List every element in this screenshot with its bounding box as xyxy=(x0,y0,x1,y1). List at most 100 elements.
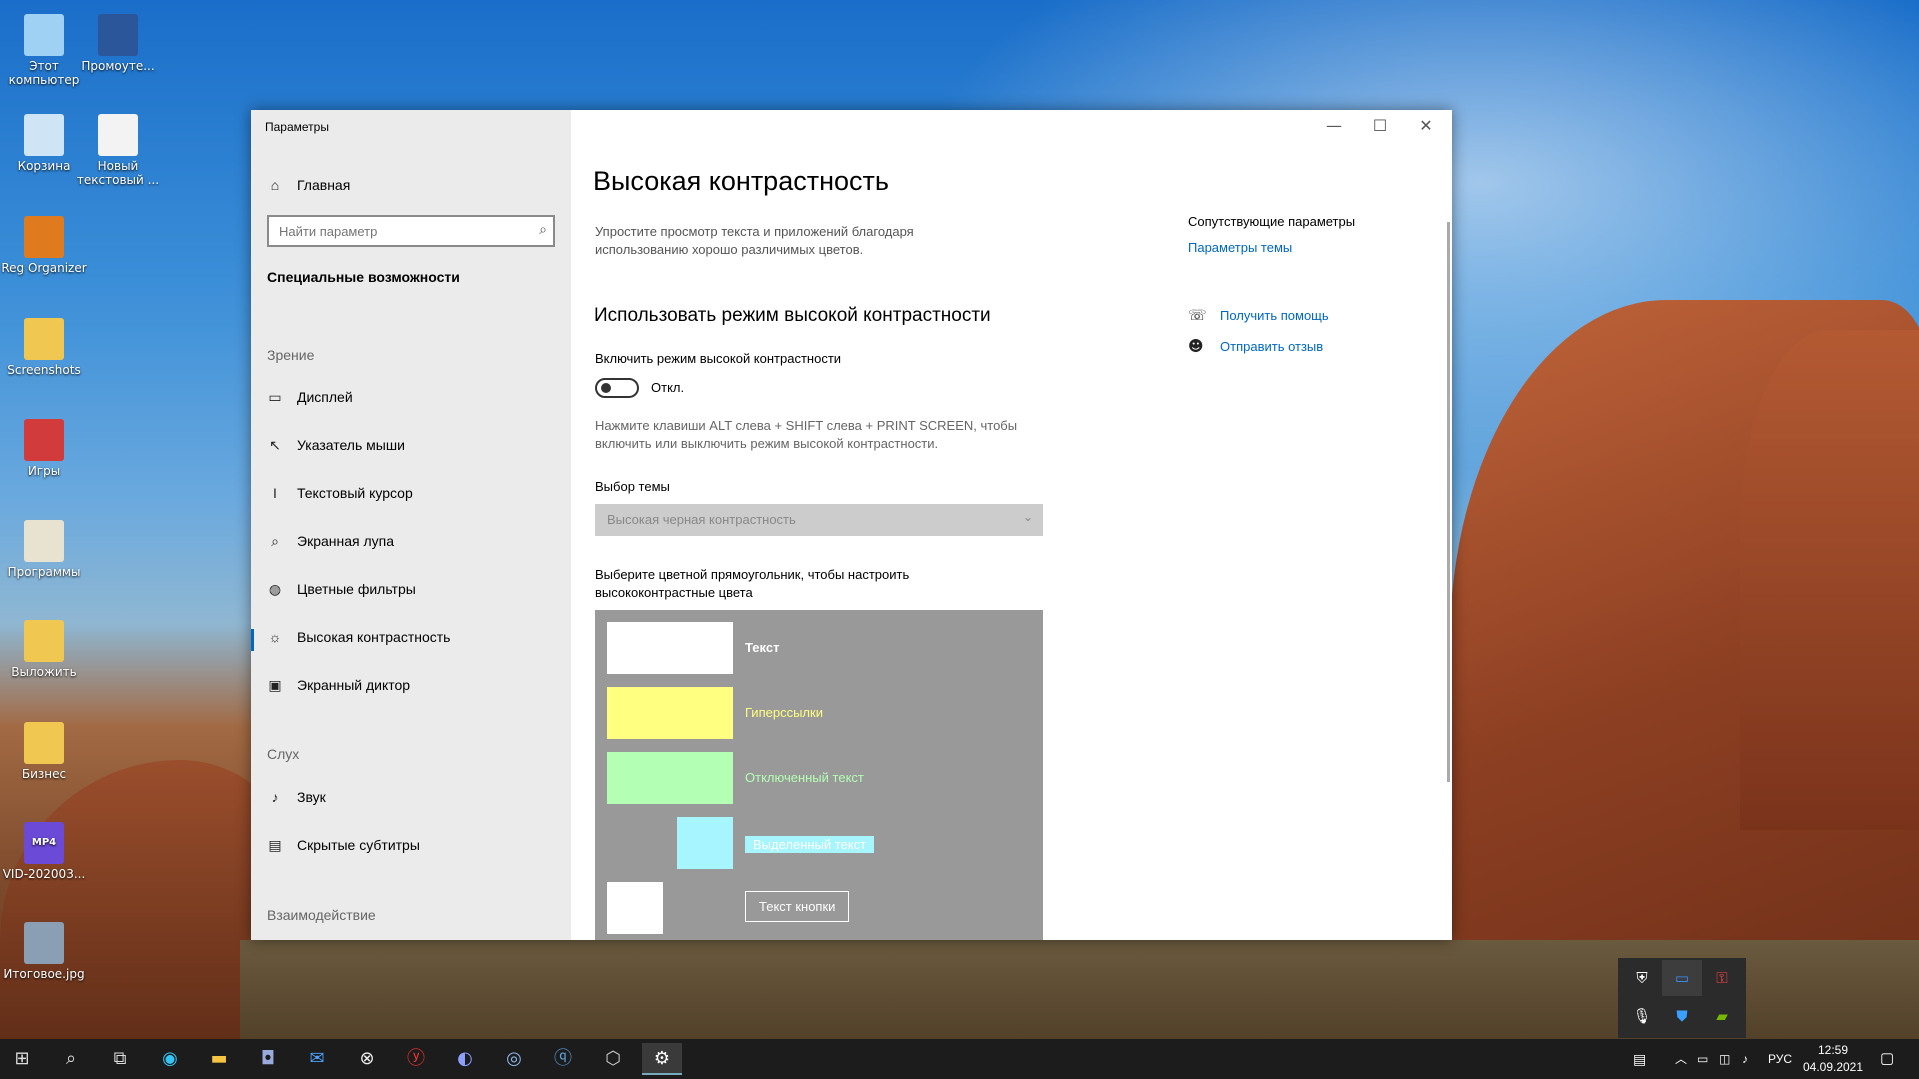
section-vision: Зрение xyxy=(267,347,315,363)
steam-icon[interactable]: ◎ xyxy=(494,1043,534,1075)
desktop-icon[interactable]: Итоговое.jpg xyxy=(0,916,88,981)
description-line: Упростите просмотр текста и приложений б… xyxy=(595,224,914,239)
sidebar-item[interactable]: ↖ Указатель мыши xyxy=(263,424,563,466)
desktop-icon[interactable]: Новый текстовый ... xyxy=(74,108,162,187)
sidebar-item[interactable]: ▤ Скрытые субтитры xyxy=(263,824,563,866)
section-hearing: Слух xyxy=(267,746,300,762)
clock[interactable]: 12:59 04.09.2021 xyxy=(1798,1042,1868,1076)
hotkey-hint: Нажмите клавиши ALT слева + SHIFT слева … xyxy=(595,417,1017,453)
theme-settings-link[interactable]: Параметры темы xyxy=(1188,240,1292,255)
close-button[interactable]: ✕ xyxy=(1403,110,1449,142)
minimize-button[interactable]: — xyxy=(1311,110,1357,142)
shield-icon[interactable]: ⛊ xyxy=(1662,998,1702,1034)
file-explorer-icon[interactable]: ▬ xyxy=(199,1043,239,1075)
desktop-icon[interactable]: Программы xyxy=(0,514,88,579)
text-color-swatch[interactable] xyxy=(607,622,733,674)
store-icon[interactable]: ◘ xyxy=(248,1043,288,1075)
search-box[interactable]: ⌕ xyxy=(267,215,555,247)
language-indicator[interactable]: РУС xyxy=(1768,1039,1792,1079)
desktop-icon-image xyxy=(24,419,64,461)
desktop-icon-image xyxy=(24,620,64,662)
magnifier-icon: ⌕ xyxy=(271,533,279,549)
discord-icon[interactable]: ◐ xyxy=(445,1043,485,1075)
brightness-icon: ☼ xyxy=(268,629,282,645)
desktop-icon-label: Программы xyxy=(7,565,81,579)
network-icon[interactable]: ◫ xyxy=(1719,1039,1730,1079)
desktop-icon[interactable]: Промоуте... xyxy=(74,8,162,73)
xbox-icon[interactable]: ⊗ xyxy=(347,1043,387,1075)
snip-tool-icon[interactable]: ▭ xyxy=(1662,960,1702,996)
sidebar-item-label: Текстовый курсор xyxy=(297,485,413,501)
sidebar-item[interactable]: ◍ Цветные фильтры xyxy=(263,568,563,610)
sidebar-item-label: Дисплей xyxy=(297,389,353,405)
desktop-icon[interactable]: Бизнес xyxy=(0,716,88,781)
description-line: использованию хорошо различимых цветов. xyxy=(595,242,864,257)
desktop-icon[interactable]: Reg Organizer xyxy=(0,210,88,275)
selected-color-label: Выделенный текст xyxy=(745,836,875,853)
palette-label-line: Выберите цветной прямоугольник, чтобы на… xyxy=(595,567,910,582)
desktop-icon-image xyxy=(24,14,64,56)
edge-icon[interactable]: ◉ xyxy=(150,1043,190,1075)
sidebar-item[interactable]: ♪ Звук xyxy=(263,776,563,818)
desktop-icon-image xyxy=(24,114,64,156)
desktop-icon-image: MP4 xyxy=(24,822,64,864)
desktop-icon-label: Reg Organizer xyxy=(1,261,87,275)
sidebar-item[interactable]: ▣ Экранный диктор xyxy=(263,664,563,706)
chevron-down-icon: ⌄ xyxy=(1022,510,1033,524)
mouse-pointer-icon: ↖ xyxy=(269,437,281,453)
search-icon[interactable]: ⌕ xyxy=(539,222,547,238)
monitor-icon: ▭ xyxy=(268,389,282,405)
wallpaper-rock xyxy=(1740,330,1919,830)
desktop-icon[interactable]: MP4 VID-202003... xyxy=(0,816,88,881)
show-hidden-icons-chevron[interactable]: ︿ xyxy=(1675,1039,1687,1079)
yandex-browser-icon[interactable]: ⓨ xyxy=(396,1043,436,1075)
search-icon[interactable]: ⌕ xyxy=(51,1043,91,1075)
sidebar-item[interactable]: I Текстовый курсор xyxy=(263,472,563,514)
scrollbar[interactable] xyxy=(1447,222,1450,782)
search-input[interactable] xyxy=(269,217,519,245)
unity-icon[interactable]: ⬡ xyxy=(593,1043,633,1075)
start-button[interactable]: ⊞ xyxy=(2,1043,42,1075)
microphone-icon[interactable]: 🎙 xyxy=(1622,998,1662,1034)
mail-icon[interactable]: ✉ xyxy=(297,1043,337,1075)
task-view-icon[interactable]: ⧉ xyxy=(100,1043,140,1075)
desktop-icon[interactable]: Игры xyxy=(0,413,88,478)
send-feedback-link[interactable]: Отправить отзыв xyxy=(1220,339,1323,354)
sidebar-item[interactable]: ▭ Дисплей xyxy=(263,376,563,418)
sidebar-item[interactable]: ⌕ Экранная лупа xyxy=(263,520,563,562)
theme-label: Выбор темы xyxy=(595,479,670,494)
high-contrast-toggle[interactable] xyxy=(595,378,639,398)
clock-date: 04.09.2021 xyxy=(1802,1060,1864,1074)
nvidia-icon[interactable]: ▰ xyxy=(1702,998,1742,1034)
narrator-icon: ▣ xyxy=(268,677,282,693)
window-title: Параметры xyxy=(265,120,329,134)
qbittorrent-icon[interactable]: ⓠ xyxy=(543,1043,583,1075)
settings-taskbar-icon[interactable]: ⚙ xyxy=(642,1043,682,1075)
selected-color-swatch[interactable] xyxy=(677,817,733,869)
feedback-icon: ☻ xyxy=(1188,337,1204,355)
defender-icon[interactable]: ⛨ xyxy=(1622,960,1662,996)
speaker-icon: ♪ xyxy=(271,789,279,805)
hyperlink-color-label: Гиперссылки xyxy=(745,705,823,720)
get-help-link[interactable]: Получить помощь xyxy=(1220,308,1329,323)
related-heading: Сопутствующие параметры xyxy=(1188,214,1356,229)
button-color-swatch[interactable] xyxy=(607,882,663,934)
sidebar: Параметры ⌂ Главная ⌕ Специальные возмож… xyxy=(251,110,571,940)
battery-icon[interactable]: ▭ xyxy=(1697,1039,1708,1079)
volume-icon[interactable]: ♪ xyxy=(1742,1039,1748,1079)
news-widget-icon[interactable]: ▤ xyxy=(1633,1039,1646,1079)
maximize-button[interactable]: ☐ xyxy=(1357,110,1403,142)
security-alert-icon[interactable]: ⚿ xyxy=(1702,960,1742,996)
disabled-color-swatch[interactable] xyxy=(607,752,733,804)
desktop-icon[interactable]: Выложить xyxy=(0,614,88,679)
hyperlink-color-swatch[interactable] xyxy=(607,687,733,739)
desktop-icon-image xyxy=(98,114,138,156)
sidebar-item[interactable]: ☼ Высокая контрастность xyxy=(263,616,563,658)
desktop-icon-label: Итоговое.jpg xyxy=(3,967,85,981)
hint-line: включить или выключить режим высокой кон… xyxy=(595,436,939,451)
theme-dropdown[interactable]: Высокая черная контрастность ⌄ xyxy=(595,504,1043,536)
palette-icon: ◍ xyxy=(268,581,282,597)
sidebar-home[interactable]: ⌂ Главная xyxy=(263,164,563,206)
desktop-icon[interactable]: Screenshots xyxy=(0,312,88,377)
notification-center-icon[interactable]: ▢ xyxy=(1880,1039,1894,1079)
